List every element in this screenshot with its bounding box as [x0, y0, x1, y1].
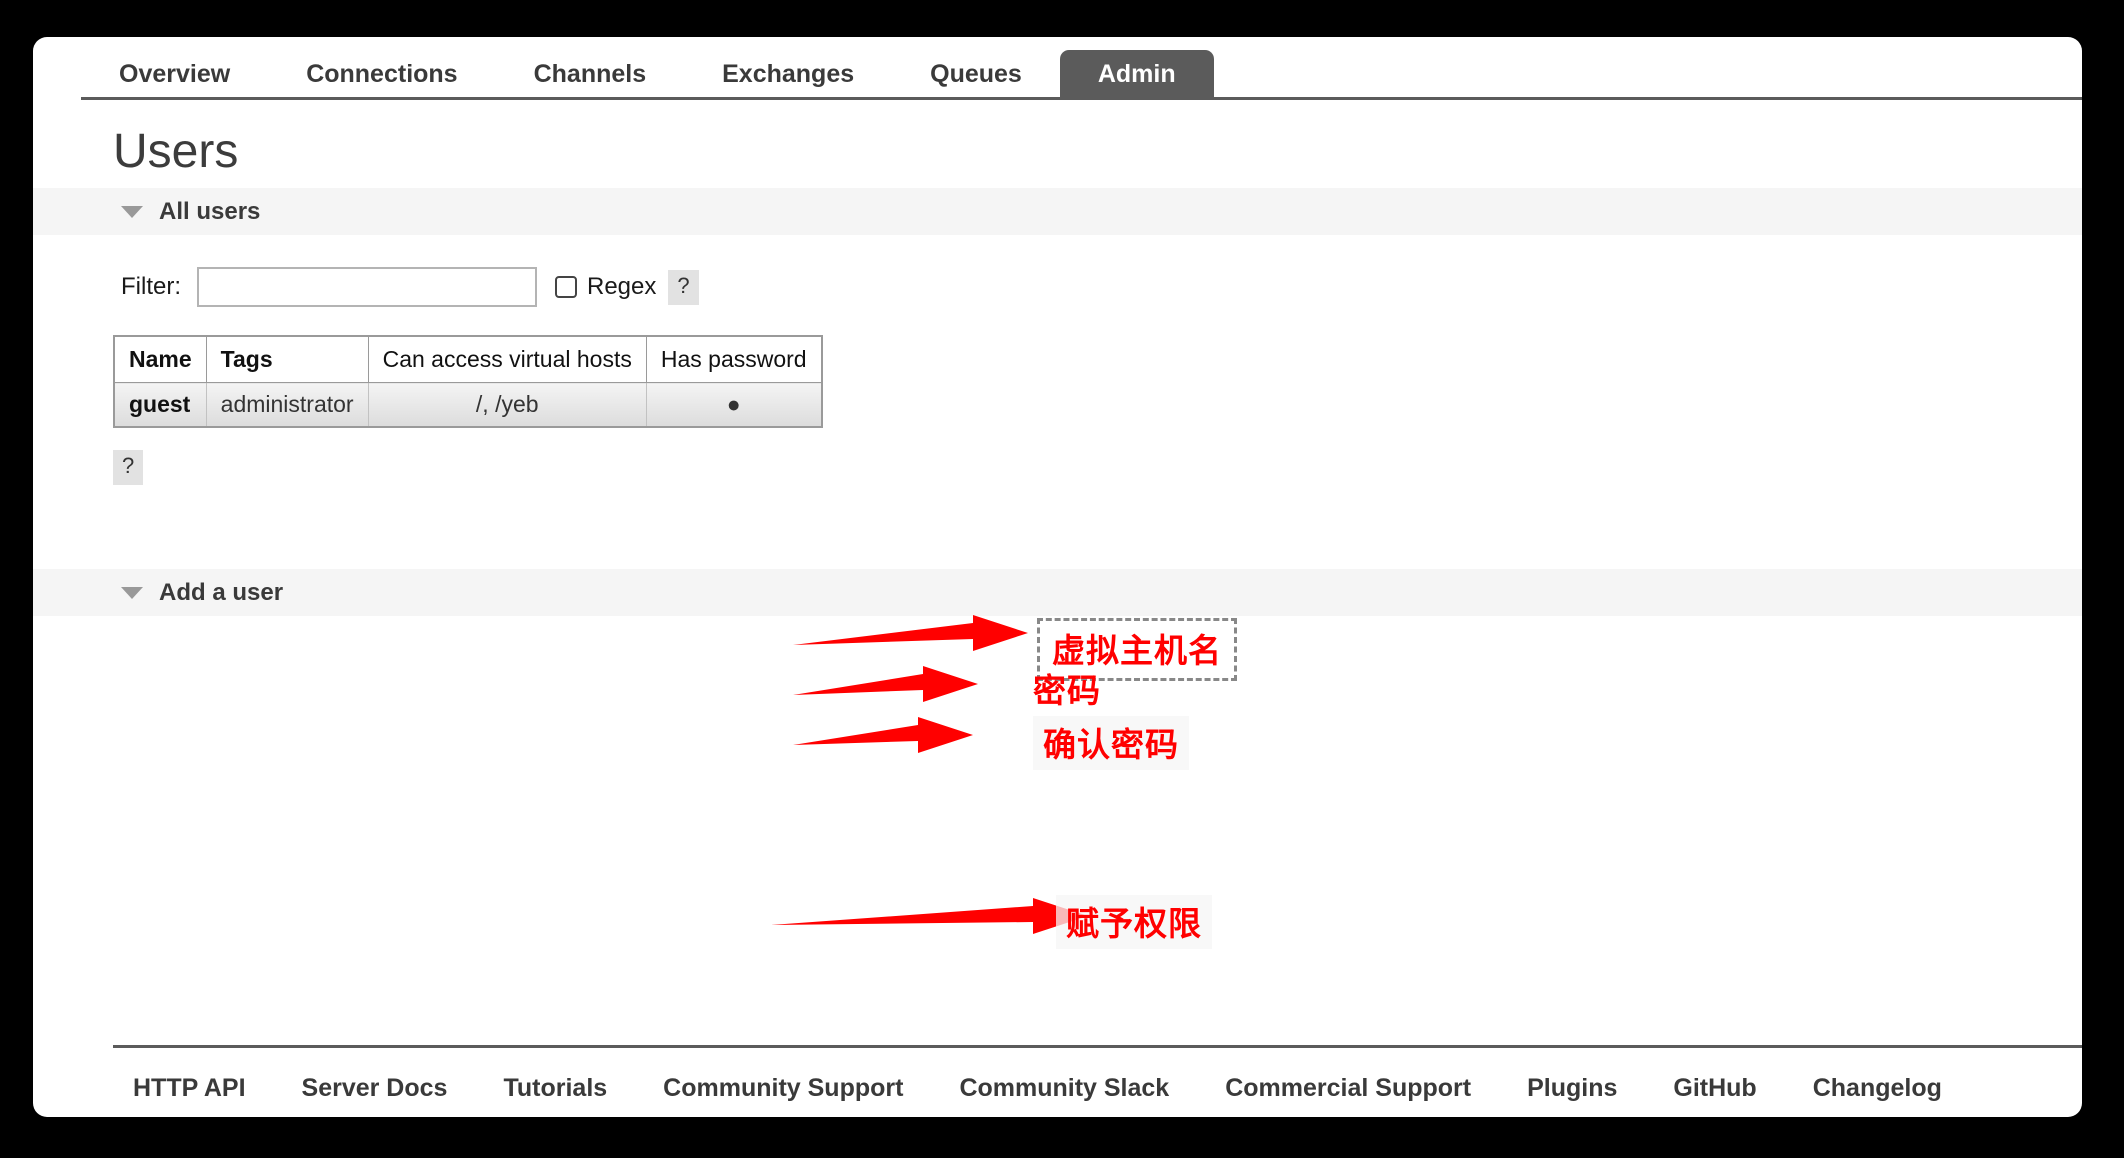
filter-input[interactable] — [197, 267, 537, 308]
nav-tab-exchanges[interactable]: Exchanges — [684, 50, 892, 100]
col-header-has-password[interactable]: Has password — [645, 335, 823, 384]
table-row[interactable]: guest administrator /, /yeb ● — [113, 382, 823, 428]
add-user-section: Add a user — [33, 569, 2082, 617]
filter-row: Filter: Regex ? — [121, 267, 2082, 308]
footer-link-http-api[interactable]: HTTP API — [133, 1074, 246, 1103]
col-header-name[interactable]: Name — [113, 335, 207, 384]
management-page: Overview Connections Channels Exchanges … — [33, 37, 2082, 1117]
users-table-help-icon[interactable]: ? — [113, 450, 144, 486]
regex-label: Regex — [587, 273, 657, 301]
footer-link-tutorials[interactable]: Tutorials — [503, 1074, 607, 1103]
users-table-header-row: Name Tags Can access virtual hosts Has p… — [113, 335, 823, 384]
cell-user-has-password: ● — [645, 382, 823, 428]
add-user-section-label: Add a user — [159, 578, 284, 606]
nav-divider — [81, 97, 2082, 100]
cell-user-vhosts: /, /yeb — [367, 382, 647, 428]
footer-link-changelog[interactable]: Changelog — [1813, 1074, 1942, 1103]
nav-tab-list: Overview Connections Channels Exchanges … — [81, 37, 2082, 100]
all-users-section-header[interactable]: All users — [33, 188, 2082, 236]
annotation-note-grant-permission: 赋予权限 — [1056, 895, 1212, 949]
users-table: Name Tags Can access virtual hosts Has p… — [113, 335, 823, 429]
footer-link-github[interactable]: GitHub — [1673, 1074, 1756, 1103]
cell-user-name[interactable]: guest — [113, 382, 207, 428]
footer-link-plugins[interactable]: Plugins — [1527, 1074, 1617, 1103]
all-users-section-label: All users — [159, 197, 261, 225]
table-help-row: ? — [113, 450, 2082, 486]
footer: HTTP API Server Docs Tutorials Community… — [33, 1045, 2082, 1103]
main-navigation: Overview Connections Channels Exchanges … — [33, 37, 2082, 100]
regex-help-icon[interactable]: ? — [668, 269, 699, 305]
filter-label: Filter: — [121, 273, 181, 301]
footer-link-commercial-support[interactable]: Commercial Support — [1225, 1074, 1471, 1103]
add-user-section-header[interactable]: Add a user — [33, 569, 2082, 617]
page-title: Users — [113, 125, 239, 178]
col-header-tags[interactable]: Tags — [205, 335, 369, 384]
col-header-vhosts[interactable]: Can access virtual hosts — [367, 335, 647, 384]
annotation-note-password: 密码 — [1033, 671, 1101, 710]
regex-checkbox[interactable] — [555, 276, 577, 299]
footer-link-list: HTTP API Server Docs Tutorials Community… — [33, 1048, 2082, 1103]
cell-user-tags: administrator — [205, 382, 369, 428]
footer-link-community-support[interactable]: Community Support — [663, 1074, 903, 1103]
nav-tab-admin[interactable]: Admin — [1059, 50, 1214, 100]
nav-tab-connections[interactable]: Connections — [268, 50, 495, 100]
nav-tab-overview[interactable]: Overview — [81, 50, 268, 100]
footer-link-community-slack[interactable]: Community Slack — [959, 1074, 1169, 1103]
collapse-triangle-icon[interactable] — [121, 205, 143, 218]
annotation-note-confirm-password: 确认密码 — [1033, 716, 1189, 770]
nav-tab-channels[interactable]: Channels — [496, 50, 685, 100]
nav-tab-queues[interactable]: Queues — [892, 50, 1060, 100]
collapse-triangle-icon[interactable] — [121, 586, 143, 599]
footer-link-server-docs[interactable]: Server Docs — [302, 1074, 448, 1103]
